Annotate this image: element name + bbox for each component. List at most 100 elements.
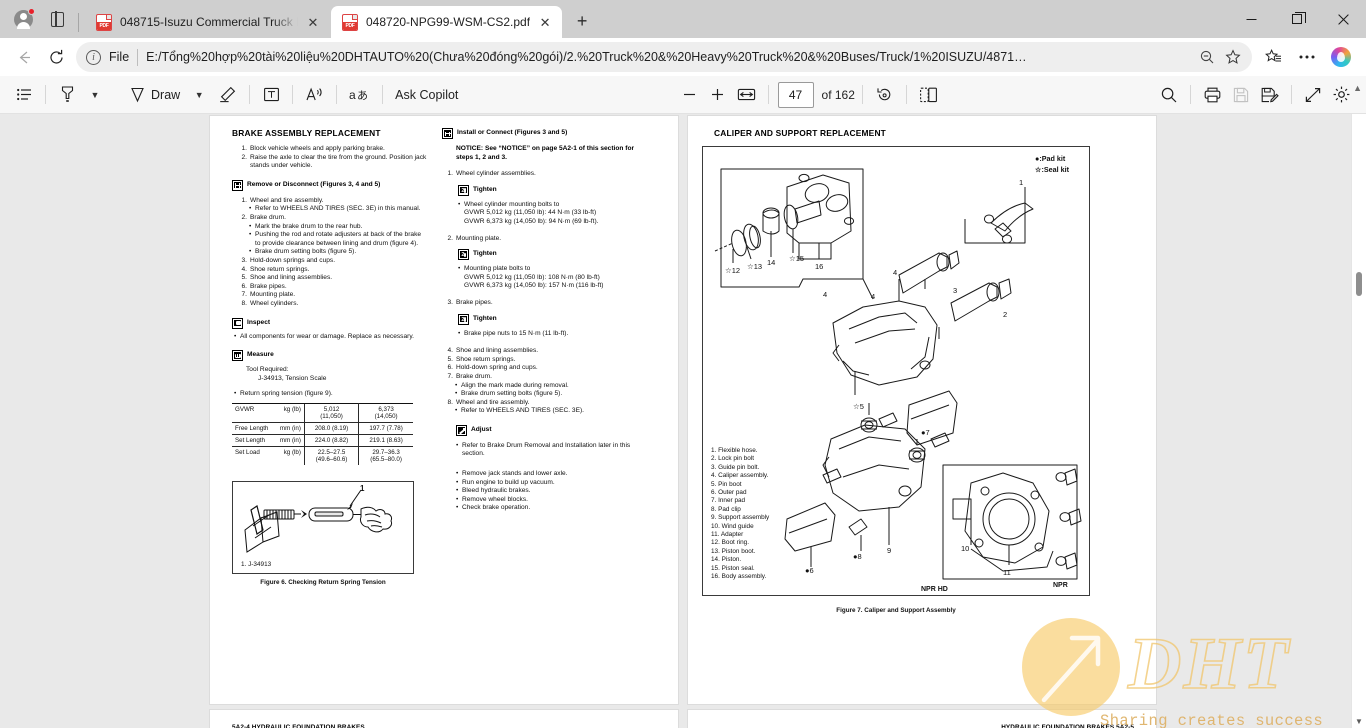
browser-tab-2[interactable]: PDF 048720-NPG99-WSM-CS2.pdf ✕ [331, 6, 563, 38]
browser-tab-1[interactable]: PDF 048715-Isuzu Commercial Truck F ✕ [85, 6, 330, 38]
figure-7-image: 1 2 3 4 4 4 ☆5 ●6 ●7 ●8 9 10 11 ☆12 ☆13 … [702, 146, 1090, 596]
tab-close-button[interactable]: ✕ [536, 13, 554, 31]
tighten-bullets-3: • Brake pipe nuts to 15 N·m (11 lb-ft). [458, 330, 650, 339]
settings-button[interactable] [1327, 81, 1356, 109]
vertical-scrollbar[interactable]: ▼ [1352, 114, 1366, 728]
notice-text: NOTICE: See “NOTICE” on page 5A2-1 of th… [456, 145, 635, 161]
page-total-label: of 162 [821, 87, 855, 102]
inspect-heading: Inspect [232, 317, 427, 329]
list-item: 3. Hold-down springs and cups. [241, 256, 336, 264]
add-favorite-button[interactable] [1220, 44, 1246, 70]
eraser-icon [220, 86, 236, 103]
list-item: • All components for wear or damage. Repl… [234, 332, 414, 340]
toolbar-divider [292, 85, 294, 104]
tighten-heading: 2 Tighten [458, 313, 650, 325]
back-button[interactable] [8, 42, 40, 72]
minimize-button[interactable] [1228, 0, 1274, 38]
list-item: 10. Wind guide [711, 522, 754, 530]
highlight-options-button[interactable]: ▼ [81, 81, 109, 109]
sub-list: • Refer to WHEELS AND TIRES (SEC. 3E). [455, 407, 650, 416]
list-item: • Refer to Brake Drum Removal and Install… [456, 441, 631, 458]
close-icon [1337, 13, 1349, 25]
svg-text:4: 4 [823, 290, 827, 299]
tab-close-button[interactable]: ✕ [304, 13, 322, 31]
pdf-page-viewport[interactable]: BRAKE ASSEMBLY REPLACEMENT 1. Block vehic… [0, 114, 1366, 728]
save-as-icon [1261, 87, 1279, 102]
zoom-out-button[interactable] [676, 81, 704, 109]
pdf-page-next-left: 5A2-4 HYDRAULIC FOUNDATION BRAKES [210, 710, 678, 728]
list-item: 11. Adapter [711, 531, 744, 539]
scrollbar-thumb[interactable] [1356, 272, 1362, 296]
close-window-button[interactable] [1320, 0, 1366, 38]
list-item: • Brake pipe nuts to 15 N·m (11 lb-ft). [458, 329, 569, 337]
scroll-down-caret[interactable]: ▼ [1355, 717, 1363, 726]
remove-disconnect-heading: Remove or Disconnect (Figures 3, 4 and 5… [232, 179, 427, 191]
svg-text:4: 4 [893, 268, 897, 277]
sub-list: • Refer to WHEELS AND TIRES (SEC. 3E) in … [249, 205, 427, 214]
ask-copilot-button[interactable]: Ask Copilot [390, 81, 463, 109]
pdf-next-pages-row: 5A2-4 HYDRAULIC FOUNDATION BRAKES HYDRAU… [0, 710, 1366, 728]
browser-address-bar: i File E:/Tổng%20hợp%20tài%20liệu%20DHTA… [0, 38, 1366, 76]
fit-to-width-icon [737, 88, 755, 101]
svg-text:☆13: ☆13 [747, 262, 762, 271]
read-aloud-button[interactable] [300, 81, 329, 109]
list-item: 2. Mounting plate. [447, 234, 502, 242]
print-button[interactable] [1198, 81, 1227, 109]
gear-icon [1333, 86, 1350, 103]
measure-heading: Measure [232, 350, 427, 362]
list-item: 1. Wheel and tire assembly. [241, 196, 324, 204]
list-item: 4. Caliper assembly. [711, 472, 769, 480]
tab-title: 048715-Isuzu Commercial Truck F [120, 15, 298, 29]
fit-to-page-button[interactable] [732, 81, 761, 109]
tab-actions-button[interactable] [42, 4, 72, 34]
toolbar-divider [249, 85, 251, 104]
profile-button[interactable] [8, 4, 38, 34]
svg-text:16: 16 [815, 262, 823, 271]
maximize-button[interactable] [1274, 0, 1320, 38]
reload-button[interactable] [40, 42, 72, 72]
zoom-out-omnibox-button[interactable] [1194, 44, 1220, 70]
list-item: 8. Wheel cylinders. [241, 299, 299, 307]
svg-text:14: 14 [767, 258, 775, 267]
scroll-up-caret[interactable]: ▲ [1353, 83, 1362, 93]
list-item: 6. Hold-down spring and cups. [447, 364, 538, 372]
tab-title: 048720-NPG99-WSM-CS2.pdf [366, 15, 531, 29]
print-icon [1204, 87, 1221, 102]
install-connect-icon [442, 128, 453, 139]
page-footer-left: 5A2-4 HYDRAULIC FOUNDATION BRAKES [232, 724, 365, 728]
rotate-button[interactable] [870, 81, 899, 109]
erase-button[interactable] [213, 81, 242, 109]
table-of-contents-button[interactable] [10, 81, 38, 109]
pen-icon [131, 87, 144, 102]
draw-options-button[interactable]: ▼ [185, 81, 213, 109]
install-step-1: 1. Wheel cylinder assemblies. [442, 170, 650, 179]
measure-icon [232, 350, 243, 362]
draw-button[interactable]: Draw [124, 81, 185, 109]
fullscreen-button[interactable] [1299, 81, 1327, 109]
pdf-viewer-toolbar: ▼ Draw ▼ a あ Ask Copilot 47 of 162 ▲ [0, 76, 1366, 114]
parts-list: 1. Flexible hose. 2. Lock pin bolt 3. Gu… [711, 447, 769, 582]
browser-settings-more-button[interactable] [1290, 42, 1324, 72]
highlight-button[interactable] [53, 81, 81, 109]
page-number-input[interactable]: 47 [777, 81, 814, 108]
list-item: 1. Block vehicle wheels and apply parking… [241, 145, 385, 152]
translate-button[interactable]: a あ [344, 81, 375, 109]
add-text-button[interactable] [257, 81, 285, 109]
toolbar-divider [905, 85, 907, 104]
list-item: • Bleed hydraulic brakes. [456, 487, 531, 495]
collections-button[interactable] [1256, 42, 1290, 72]
copilot-button[interactable] [1324, 42, 1358, 72]
page-layout-button[interactable] [914, 81, 943, 109]
address-input[interactable]: i File E:/Tổng%20hợp%20tài%20liệu%20DHTA… [76, 42, 1252, 72]
remove-disconnect-icon [232, 179, 243, 191]
list-item: • Refer to WHEELS AND TIRES (SEC. 3E) in … [249, 205, 421, 213]
adjust-bullets: • Refer to Brake Drum Removal and Install… [456, 442, 650, 459]
window-controls [1228, 0, 1366, 38]
save-as-button[interactable] [1255, 81, 1284, 109]
search-document-button[interactable] [1155, 81, 1183, 109]
save-button[interactable] [1227, 81, 1255, 109]
new-tab-button[interactable]: + [568, 7, 596, 35]
list-item: 1. Flexible hose. [711, 447, 758, 454]
zoom-in-button[interactable] [704, 81, 732, 109]
site-info-icon[interactable]: i [86, 49, 101, 65]
